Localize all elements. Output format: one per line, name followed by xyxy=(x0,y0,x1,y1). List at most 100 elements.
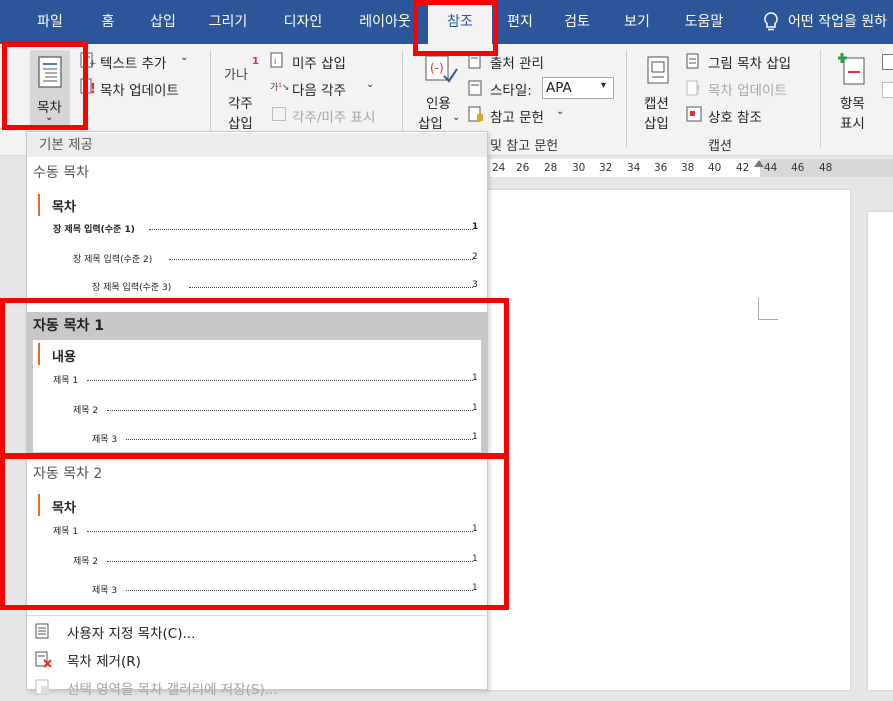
mark-entry-icon xyxy=(837,52,868,86)
dropdown-arrow-icon: ▾ xyxy=(601,80,607,91)
tab-file[interactable]: 파일 xyxy=(22,0,78,44)
bibliography-button[interactable]: 참고 문헌 xyxy=(490,106,544,126)
bibliography-icon xyxy=(468,106,484,122)
ruler-tick: 42 xyxy=(736,162,750,174)
document-page[interactable] xyxy=(486,190,850,690)
insert-footnote-line2[interactable]: 삽입 xyxy=(228,112,253,132)
chevron-down-icon: ⌄ xyxy=(180,52,189,63)
highlight-box xyxy=(2,42,88,130)
manage-sources-button[interactable]: 출처 관리 xyxy=(490,52,544,72)
insert-caption-icon xyxy=(644,56,672,86)
group-label-captions: 캡션 xyxy=(708,139,732,154)
update-index-icon xyxy=(882,82,893,98)
insert-footnote-line1[interactable]: 각주 xyxy=(228,92,253,112)
remove-toc-label: 목차 제거(R) xyxy=(67,654,141,670)
save-selection-menu-item[interactable]: 선택 영역을 목차 갤러리에 저장(S)... xyxy=(27,673,487,701)
margin-corner-mark xyxy=(758,298,778,320)
toc-line: 장 제목 입력(수준 1) xyxy=(53,225,135,235)
footnote-icon: 가나 xyxy=(224,68,248,83)
tab-mailings[interactable]: 편지 xyxy=(496,0,544,44)
ruler-tick: 36 xyxy=(654,162,668,174)
tab-insert[interactable]: 삽입 xyxy=(138,0,188,44)
toc-page: 3 xyxy=(472,280,478,290)
cross-reference-button[interactable]: 상호 참조 xyxy=(708,106,762,126)
update-table-icon: ! xyxy=(686,80,702,97)
toc-page: 1 xyxy=(472,222,479,232)
gallery-item-title: 수동 목차 xyxy=(33,165,89,181)
tab-design[interactable]: 디자인 xyxy=(270,0,336,44)
gallery-item-manual-toc[interactable]: 수동 목차 목차 장 제목 입력(수준 1) 1 장 제목 입력(수준 2) 2… xyxy=(27,159,487,299)
update-toc-button[interactable]: 목차 업데이트 xyxy=(100,79,179,99)
ruler-tick: 44 xyxy=(764,162,778,174)
ruler-tick: 24 xyxy=(492,162,506,174)
ruler-tick: 46 xyxy=(791,162,805,174)
mark-entry-line1[interactable]: 항목 xyxy=(840,92,865,112)
custom-toc-icon xyxy=(35,623,49,639)
custom-toc-label: 사용자 지정 목차(C)... xyxy=(67,626,196,642)
toc-line: 장 제목 입력(수준 2) xyxy=(73,255,153,265)
style-label: 스타일: xyxy=(490,83,532,99)
save-selection-label: 선택 영역을 목차 갤러리에 저장(S)... xyxy=(67,682,278,698)
highlight-box xyxy=(0,298,509,458)
footnote-superscript: 1 xyxy=(252,56,259,67)
highlight-box xyxy=(413,0,498,56)
gallery-header: 기본 제공 xyxy=(27,133,487,157)
lightbulb-icon xyxy=(756,0,786,44)
tab-help[interactable]: 도움말 xyxy=(672,0,736,44)
cross-reference-icon xyxy=(686,106,702,122)
show-notes-icon xyxy=(272,107,286,121)
insert-citation-line2[interactable]: 삽입 xyxy=(418,112,443,132)
next-footnote-button[interactable]: 다음 각주 xyxy=(292,79,346,99)
leader-dots xyxy=(169,252,473,260)
add-text-button[interactable]: 텍스트 추가 xyxy=(100,52,166,72)
leader-dots xyxy=(189,280,473,288)
endnote-icon: i xyxy=(270,52,286,68)
ruler-tick: 30 xyxy=(572,162,586,174)
menu-divider xyxy=(27,615,487,616)
insert-index-icon xyxy=(882,54,893,70)
right-indent-marker[interactable] xyxy=(754,160,764,167)
ruler-tick: 40 xyxy=(708,162,722,174)
custom-toc-menu-item[interactable]: 사용자 지정 목차(C)... xyxy=(27,617,487,645)
svg-text:!: ! xyxy=(696,83,701,96)
svg-text:+: + xyxy=(89,59,96,68)
table-of-figures-icon xyxy=(686,53,702,69)
tab-home[interactable]: 홈 xyxy=(88,0,128,44)
save-to-gallery-icon xyxy=(35,679,49,695)
ruler-tick: 26 xyxy=(516,162,530,174)
svg-text:(-): (-) xyxy=(430,61,444,75)
toc-heading: 목차 xyxy=(52,200,76,215)
chevron-down-icon: ⌄ xyxy=(452,112,461,123)
ruler-tick: 48 xyxy=(819,162,833,174)
tab-draw[interactable]: 그리기 xyxy=(196,0,260,44)
insert-endnote-button[interactable]: 미주 삽입 xyxy=(292,52,346,72)
insert-citation-icon: (-) xyxy=(424,54,458,86)
leader-dots xyxy=(149,222,473,230)
insert-tof-button[interactable]: 그림 목차 삽입 xyxy=(708,52,791,72)
update-table-button[interactable]: 목차 업데이트 xyxy=(708,79,787,99)
style-icon xyxy=(468,80,484,96)
show-notes-button[interactable]: 각주/미주 표시 xyxy=(292,106,375,126)
ruler-tick: 34 xyxy=(627,162,641,174)
toc-line: 장 제목 입력(수준 3) xyxy=(92,283,172,293)
ruler-tick: 28 xyxy=(544,162,558,174)
chevron-down-icon: ⌄ xyxy=(556,106,565,117)
ruler-tick: 32 xyxy=(599,162,613,174)
style-select-value: APA xyxy=(546,80,572,96)
tab-view[interactable]: 보기 xyxy=(612,0,662,44)
tab-review[interactable]: 검토 xyxy=(552,0,602,44)
remove-toc-menu-item[interactable]: 목차 제거(R) xyxy=(27,645,487,673)
highlight-box xyxy=(0,454,509,610)
remove-toc-icon xyxy=(35,651,52,668)
svg-text:i: i xyxy=(274,57,276,66)
tell-me-search[interactable]: 어떤 작업을 원하 xyxy=(788,0,893,44)
style-select[interactable]: APA ▾ xyxy=(542,77,614,99)
mark-entry-line2[interactable]: 표시 xyxy=(840,112,865,132)
insert-caption-line1[interactable]: 캡션 xyxy=(644,92,669,112)
document-page-next[interactable] xyxy=(868,212,893,690)
insert-caption-line2[interactable]: 삽입 xyxy=(644,112,669,132)
ruler-tick: 38 xyxy=(681,162,695,174)
accent-bar xyxy=(38,194,40,216)
insert-citation-line1[interactable]: 인용 xyxy=(426,92,451,112)
chevron-down-icon: ⌄ xyxy=(366,79,375,90)
